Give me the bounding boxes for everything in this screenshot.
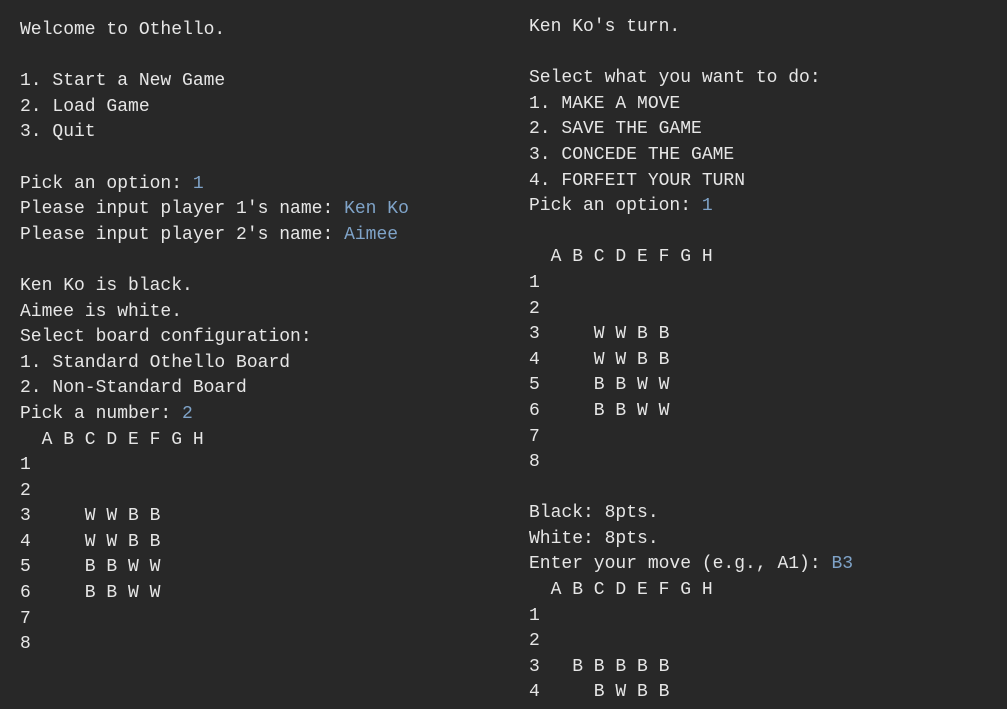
othello-board: A B C D E F G H 1 2 3 W W B B 4 W W B B 5 B B… <box>20 428 500 658</box>
console-line: Aimee is white. <box>20 300 500 326</box>
othello-board: A B C D E F G H 1 2 3 B B B B B 4 B W B B <box>529 578 1007 706</box>
user-input-text: 2 <box>182 403 193 424</box>
board-row: 5 B B W W <box>20 557 161 578</box>
console-line: Ken Ko's turn. <box>529 15 1007 41</box>
console-text: Please input player 1's name: <box>20 199 345 220</box>
board-row: 4 W W B B <box>529 349 670 370</box>
console-text: Select board configuration: <box>20 327 312 348</box>
console-line: Select what you want to do: <box>529 66 1007 92</box>
console-line: Pick an option: 1 <box>529 194 1007 220</box>
console-line: 2. SAVE THE GAME <box>529 117 1007 143</box>
console-text: Ken Ko's turn. <box>529 17 681 37</box>
console-line: Select board configuration: <box>20 325 500 351</box>
console-line: 2. Non-Standard Board <box>20 376 500 402</box>
console-line: 3. Quit <box>20 120 500 146</box>
board-row: 8 <box>529 452 540 473</box>
console-text: 3. Quit <box>20 122 96 143</box>
board-row: 7 <box>529 426 540 447</box>
board-row: 3 B B B B B <box>529 656 670 677</box>
console-text: Aimee is white. <box>20 301 183 322</box>
console-text: Please input player 2's name: <box>20 224 345 245</box>
board-row: 1 <box>529 272 540 293</box>
console-text: 1. Start a New Game <box>20 71 226 92</box>
board-row: 2 <box>20 480 31 501</box>
console-line: Pick an option: 1 <box>20 172 500 198</box>
console-line: Please input player 2's name: Aimee <box>20 223 500 249</box>
user-input-text: Ken Ko <box>344 199 409 220</box>
board-row: 4 B W B B <box>529 682 670 703</box>
console-line: 1. MAKE A MOVE <box>529 92 1007 118</box>
board-column-header: A B C D E F G H <box>529 247 713 268</box>
console-text: Black: 8pts. <box>529 503 659 524</box>
board-row: 5 B B W W <box>529 375 670 396</box>
console-text: White: 8pts. <box>529 528 659 549</box>
console-text: 1. Standard Othello Board <box>20 352 291 373</box>
board-row: 8 <box>20 634 31 655</box>
console-text: Enter your move (e.g., A1): <box>529 554 832 575</box>
console-line: Please input player 1's name: Ken Ko <box>20 197 500 223</box>
console-line: 1. Start a New Game <box>20 69 500 95</box>
console-text: 2. SAVE THE GAME <box>529 119 702 140</box>
user-input-text: 1 <box>192 173 204 194</box>
user-input-text: Aimee <box>344 224 399 245</box>
console-line: Pick a number: 2 <box>20 402 500 428</box>
console-text: 3. CONCEDE THE GAME <box>529 144 735 165</box>
board-row: 3 W W B B <box>20 506 161 527</box>
console-line: 3. CONCEDE THE GAME <box>529 143 1007 169</box>
board-row: 3 W W B B <box>529 324 670 345</box>
board-column-header: A B C D E F G H <box>529 580 713 601</box>
console-line: 1. Standard Othello Board <box>20 351 500 377</box>
console-text: Select what you want to do: <box>529 68 821 89</box>
console-text: 2. Load Game <box>20 96 150 117</box>
console-text: 1. MAKE A MOVE <box>529 93 681 114</box>
board-row: 6 B B W W <box>20 583 161 604</box>
console-text: Pick an option: <box>529 196 702 217</box>
console-output-right: Ken Ko's turn. Select what you want to do… <box>529 0 1007 706</box>
board-row: 2 <box>529 298 540 319</box>
console-line: Enter your move (e.g., A1): B3 <box>529 552 1007 578</box>
console-line: 2. Load Game <box>20 95 500 121</box>
console-text: Welcome to Othello. <box>20 20 226 40</box>
board-column-header: A B C D E F G H <box>20 429 204 450</box>
console-line: Black: 8pts. <box>529 501 1007 527</box>
board-row: 4 W W B B <box>20 531 161 552</box>
user-input-text: B3 <box>831 554 854 575</box>
console-line: White: 8pts. <box>529 527 1007 553</box>
board-row: 7 <box>20 608 31 629</box>
console-line: Welcome to Othello. <box>20 18 500 44</box>
console-output-left: Welcome to Othello. 1. Start a New Game 2.… <box>20 0 500 709</box>
console-text: 2. Non-Standard Board <box>20 378 247 399</box>
console-text: 4. FORFEIT YOUR TURN <box>529 170 746 191</box>
console-text: Pick a number: <box>20 403 183 424</box>
board-row: 2 <box>529 631 540 652</box>
board-row: 1 <box>529 605 540 626</box>
console-line: Ken Ko is black. <box>20 274 500 300</box>
console-line: 4. FORFEIT YOUR TURN <box>529 169 1007 195</box>
console-text: Ken Ko is black. <box>20 275 193 296</box>
board-row: 6 B B W W <box>529 400 670 421</box>
user-input-text: 1 <box>701 196 713 217</box>
board-row: 1 <box>20 455 31 476</box>
console-text: Pick an option: <box>20 173 193 194</box>
othello-board: A B C D E F G H 1 2 3 W W B B 4 W W B B 5 B B… <box>529 245 1007 475</box>
